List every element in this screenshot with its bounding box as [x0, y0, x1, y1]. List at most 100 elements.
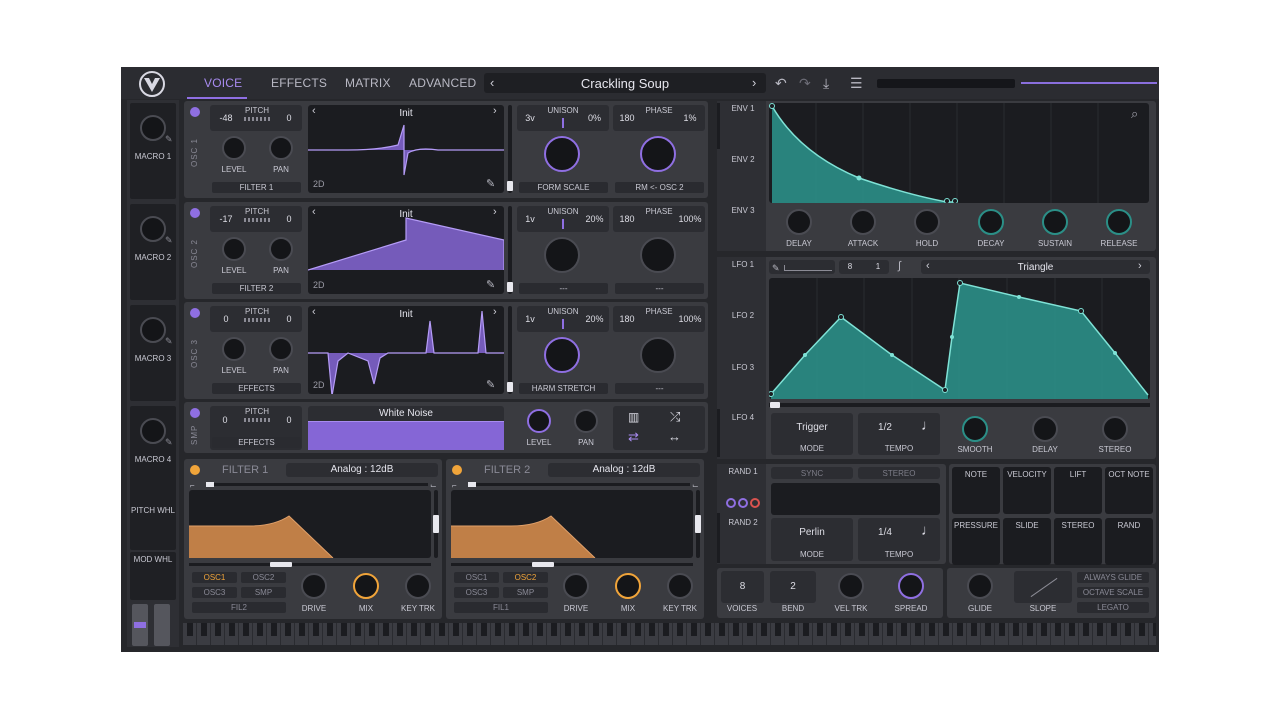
sample-pitch-low[interactable]: 0	[217, 415, 233, 425]
filter-source-toggle[interactable]: FIL1	[454, 602, 548, 613]
osc-mode-knob[interactable]	[544, 136, 580, 172]
rand-style-icon[interactable]	[726, 498, 736, 508]
osc-pitch-high[interactable]: 0	[281, 314, 297, 324]
lfo4-tab[interactable]: LFO 4	[721, 413, 765, 422]
next-wavetable-icon[interactable]: ›	[493, 105, 497, 117]
envelope-graph[interactable]	[769, 103, 1149, 203]
env1-tab[interactable]: ENV 1	[721, 104, 765, 113]
rand-mode-value[interactable]: Perlin	[771, 527, 853, 538]
osc-pan-knob[interactable]	[269, 136, 293, 160]
next-preset-icon[interactable]: ›	[752, 75, 756, 90]
filter-source-toggle[interactable]: OSC3	[454, 587, 499, 598]
save-icon[interactable]: ⤓	[823, 75, 829, 92]
osc-mode2-selector[interactable]: ---	[615, 282, 704, 294]
filter-response-graph[interactable]	[451, 490, 693, 558]
filter-knob[interactable]	[405, 573, 431, 599]
edit-macro-icon[interactable]: ✎	[165, 437, 173, 448]
osc-mode-knob[interactable]	[544, 236, 580, 273]
sample-pan-knob[interactable]	[574, 409, 598, 433]
sample-level-knob[interactable]	[527, 409, 551, 433]
lfo3-tab[interactable]: LFO 3	[721, 363, 765, 372]
unison-voices[interactable]: 1v	[519, 314, 541, 324]
wavetable-name[interactable]: Init	[308, 209, 504, 220]
osc-mode2-knob[interactable]	[640, 337, 676, 373]
macro-knob[interactable]	[140, 317, 166, 343]
envelope-knob[interactable]	[978, 209, 1004, 235]
filter-knob[interactable]	[615, 573, 641, 599]
osc-mode2-selector[interactable]: RM <- OSC 2	[615, 182, 704, 193]
filter-knob[interactable]	[353, 573, 379, 599]
osc-pan-knob[interactable]	[269, 236, 293, 261]
tab-matrix[interactable]: MATRIX	[345, 76, 391, 90]
osc-enable-toggle[interactable]	[190, 207, 200, 218]
octave-scale-toggle[interactable]: OCTAVE SCALE	[1077, 587, 1149, 598]
filter-knob[interactable]	[301, 573, 327, 599]
lfo-paint-icon[interactable]: ✎	[772, 263, 780, 274]
filter-source-toggle[interactable]: OSC2	[241, 572, 286, 583]
osc-enable-toggle[interactable]	[190, 107, 200, 117]
rand-style-icon-2[interactable]	[738, 498, 748, 508]
keyboard-keys[interactable]	[183, 623, 1156, 645]
lfo-phase-handle[interactable]	[770, 402, 780, 408]
lfo1-tab[interactable]: LFO 1	[721, 260, 765, 269]
envelope-knob[interactable]	[1042, 209, 1068, 235]
preset-name[interactable]: Crackling Soup	[484, 76, 766, 91]
macro-knob[interactable]	[140, 216, 166, 242]
unison-voices[interactable]: 3v	[519, 113, 541, 123]
phase-randomize[interactable]: 100%	[677, 314, 703, 324]
next-wavetable-icon[interactable]: ›	[493, 306, 497, 318]
wave-frame-handle[interactable]	[507, 281, 513, 292]
tab-effects[interactable]: EFFECTS	[271, 76, 327, 90]
edit-wavetable-icon[interactable]: ✎	[486, 378, 495, 391]
lfo-tempo-value[interactable]: 1/2	[858, 422, 912, 433]
osc-mode-knob[interactable]	[544, 337, 580, 373]
env3-tab[interactable]: ENV 3	[721, 206, 765, 215]
envelope-knob[interactable]	[914, 209, 940, 235]
next-wavetable-icon[interactable]: ›	[493, 206, 497, 218]
osc-level-knob[interactable]	[222, 337, 246, 361]
rand2-tab[interactable]: RAND 2	[721, 518, 765, 527]
view-2d-label[interactable]: 2D	[313, 179, 325, 189]
osc-pitch-high[interactable]: 0	[281, 214, 297, 224]
filter-source-toggle[interactable]: OSC3	[192, 587, 237, 598]
osc-route-selector[interactable]: FILTER 2	[212, 282, 301, 294]
tab-advanced[interactable]: ADVANCED	[409, 76, 476, 90]
osc-pan-knob[interactable]	[269, 337, 293, 361]
lfo-mode-value[interactable]: Trigger	[771, 422, 853, 433]
edit-macro-icon[interactable]: ✎	[165, 235, 173, 246]
filter-type-name[interactable]: Analog : 12dB	[548, 464, 700, 475]
unison-detune[interactable]: 0%	[582, 113, 607, 123]
tab-voice[interactable]: VOICE	[204, 76, 242, 90]
unison-voices[interactable]: 1v	[519, 214, 541, 224]
wave-frame-slider[interactable]	[508, 205, 512, 294]
lfo-grid-x[interactable]: 8	[843, 262, 857, 271]
unison-detune[interactable]: 20%	[582, 214, 607, 224]
osc-enable-toggle[interactable]	[190, 308, 200, 318]
legato-toggle[interactable]: LEGATO	[1077, 602, 1149, 613]
glide-knob[interactable]	[967, 573, 993, 599]
phase-value[interactable]: 180	[615, 113, 639, 123]
filter-res-handle[interactable]	[695, 515, 701, 533]
wavetable-name[interactable]: Init	[308, 309, 504, 320]
filter-cutoff-handle[interactable]	[532, 562, 554, 567]
filter-blend-slider[interactable]	[468, 483, 690, 486]
filter-enable-toggle[interactable]	[452, 465, 462, 475]
osc-pitch-low[interactable]: 0	[215, 314, 237, 324]
lfo-knob[interactable]	[1102, 416, 1128, 442]
wave-frame-slider[interactable]	[508, 105, 512, 193]
redo-icon[interactable]: ↷	[799, 75, 811, 92]
rand-note-icon[interactable]: ♩	[921, 522, 936, 539]
edit-macro-icon[interactable]: ✎	[165, 336, 173, 347]
edit-wavetable-icon[interactable]: ✎	[486, 278, 495, 291]
unison-detune-bar[interactable]	[562, 218, 564, 229]
undo-icon[interactable]: ↶	[775, 75, 787, 92]
osc-mode-selector[interactable]: ---	[519, 282, 608, 294]
osc-mode2-selector[interactable]: ---	[615, 383, 704, 394]
wave-frame-handle[interactable]	[507, 181, 513, 191]
lfo-graph[interactable]	[769, 278, 1150, 399]
filter-response-graph[interactable]	[189, 490, 431, 558]
phase-randomize[interactable]: 100%	[677, 214, 703, 224]
lfo-knob[interactable]	[962, 416, 988, 442]
bend-value[interactable]: 2	[770, 581, 816, 592]
osc-route-selector[interactable]: EFFECTS	[212, 383, 301, 394]
